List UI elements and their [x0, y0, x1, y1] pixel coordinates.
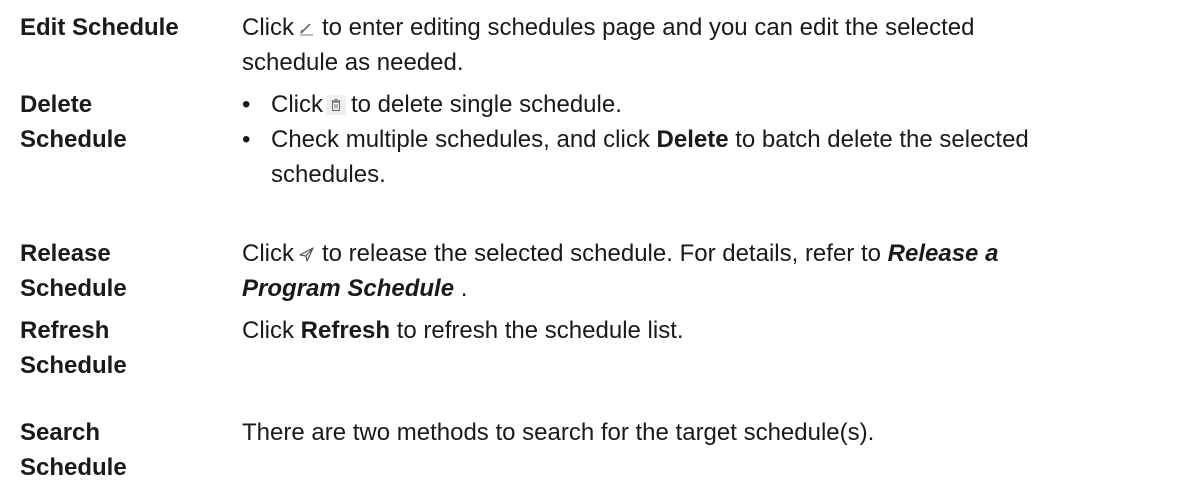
- bullet-item: • Check multiple schedules, and click Del…: [242, 122, 1187, 157]
- term-line: Schedule: [20, 275, 127, 302]
- desc-line: Click to enter editing schedules page and…: [242, 10, 1187, 45]
- trash-delete-icon: [325, 94, 347, 116]
- term-refresh-schedule: Refresh Schedule: [20, 313, 220, 383]
- desc-delete-schedule: • Click to delete single schedule. • Check …: [242, 87, 1187, 192]
- desc-edit-schedule: Click to enter editing schedules page and…: [242, 10, 1187, 80]
- term-line: Schedule: [20, 126, 127, 153]
- term-line: Search: [20, 419, 101, 446]
- term-release-schedule: Release Schedule: [20, 236, 220, 306]
- desc-text: to delete single schedule.: [351, 91, 622, 118]
- desc-text: to release the selected schedule. For de…: [322, 240, 881, 267]
- desc-text: to batch delete the selected: [735, 126, 1029, 153]
- desc-line: schedule as needed.: [242, 49, 464, 76]
- bullet-continuation: schedules.: [271, 161, 386, 188]
- desc-text: Click: [242, 14, 294, 41]
- send-release-icon: [296, 243, 318, 265]
- term-line: Release: [20, 240, 111, 267]
- term-search-schedule: Search Schedule: [20, 415, 220, 485]
- desc-text: .: [460, 275, 468, 302]
- desc-line: There are two methods to search for the …: [242, 419, 875, 446]
- desc-text: Check multiple schedules, and click: [271, 126, 650, 153]
- term-line: Schedule: [20, 352, 127, 379]
- bullet-marker: •: [242, 91, 251, 118]
- bullet-marker: •: [242, 126, 251, 153]
- term-line: Schedule: [20, 454, 127, 481]
- desc-release-schedule: Click to release the selected schedule. F…: [242, 236, 1187, 306]
- desc-text: Click: [271, 91, 323, 118]
- bullet-item: • Click to delete single schedule.: [242, 87, 1187, 122]
- desc-text: Click: [242, 240, 294, 267]
- cross-reference-link[interactable]: Release a: [888, 240, 999, 267]
- cross-reference-link[interactable]: Program Schedule: [242, 275, 454, 302]
- term-line: Delete: [20, 91, 93, 118]
- desc-search-schedule: There are two methods to search for the …: [242, 415, 1187, 450]
- desc-bold: Refresh: [300, 317, 391, 344]
- term-line: Refresh: [20, 317, 110, 344]
- desc-text: Click: [242, 317, 294, 344]
- pencil-edit-icon: [296, 17, 318, 39]
- term-delete-schedule: Delete Schedule: [20, 87, 220, 157]
- desc-refresh-schedule: Click Refresh to refresh the schedule li…: [242, 313, 1187, 348]
- desc-bold: Delete: [656, 126, 729, 153]
- desc-line: Click Refresh to refresh the schedule li…: [242, 313, 1187, 348]
- term-edit-schedule: Edit Schedule: [20, 10, 220, 45]
- desc-text: to enter editing schedules page and you …: [322, 14, 975, 41]
- desc-text: to refresh the schedule list.: [396, 317, 684, 344]
- term-line: Edit Schedule: [20, 14, 179, 41]
- desc-line: Program Schedule .: [242, 271, 1187, 306]
- desc-line: Click to release the selected schedule. F…: [242, 236, 1187, 271]
